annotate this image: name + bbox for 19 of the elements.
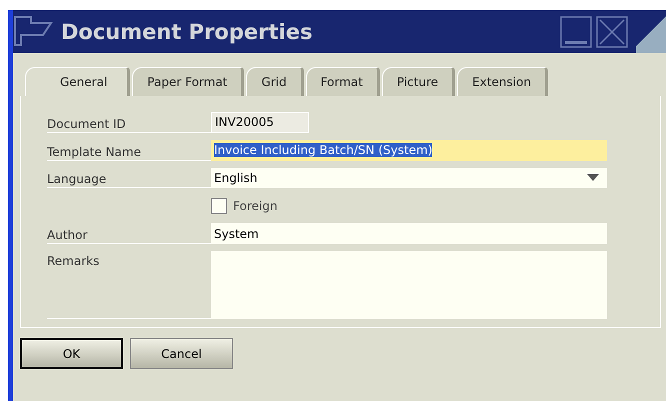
minimize-icon[interactable]: [560, 16, 592, 48]
checkbox[interactable]: [211, 198, 227, 214]
input-field[interactable]: System: [211, 223, 607, 244]
dialog-button[interactable]: OK: [20, 338, 123, 369]
tab[interactable]: Grid: [246, 67, 304, 96]
input-field: INV20005: [211, 112, 309, 133]
checkbox-label[interactable]: Foreign: [233, 198, 278, 213]
dropdown-arrow-icon: [587, 174, 599, 182]
close-icon[interactable]: [596, 16, 628, 48]
dropdown[interactable]: English: [211, 168, 607, 188]
folder-icon: [13, 14, 53, 48]
tab[interactable]: Extension: [457, 67, 548, 96]
dialog-button[interactable]: Cancel: [130, 338, 233, 369]
input-field[interactable]: Invoice Including Batch/SN (System): [211, 140, 607, 161]
tab[interactable]: Picture: [382, 67, 456, 96]
tab[interactable]: General: [25, 67, 130, 96]
tab[interactable]: Format: [306, 67, 380, 96]
window-title: Document Properties: [61, 20, 312, 44]
tab[interactable]: Paper Format: [132, 67, 244, 96]
